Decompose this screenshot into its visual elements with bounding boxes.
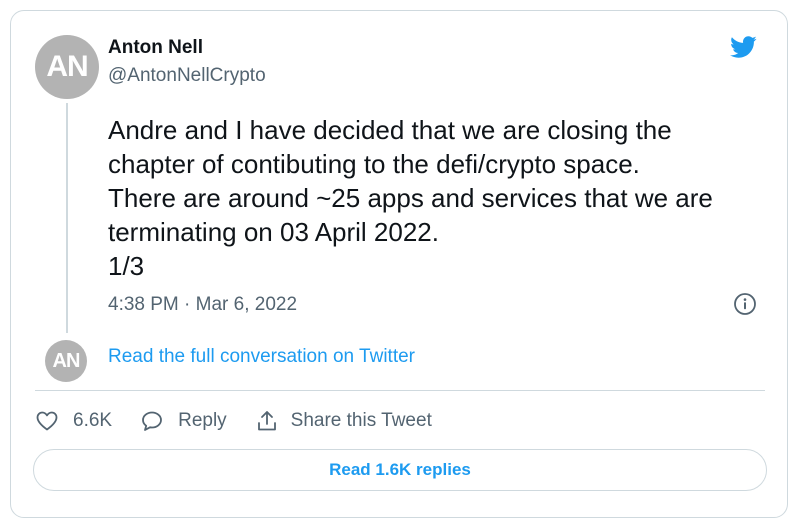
info-icon[interactable] [733,292,757,316]
speech-bubble-icon [142,411,162,431]
conversation-avatar[interactable]: AN [45,340,87,382]
tweet-card: AN Anton Nell @AntonNellCrypto Andre and… [10,10,788,518]
tweet-actions: 6.6K Reply Share this Tweet [35,406,460,436]
twitter-bird-icon[interactable] [727,33,759,61]
thread-line [66,103,68,333]
share-tweet-button[interactable]: Share this Tweet [255,409,432,433]
tweet-timestamp[interactable]: 4:38 PM · Mar 6, 2022 [108,294,297,316]
author-handle[interactable]: @AntonNellCrypto [108,65,266,87]
author-avatar[interactable]: AN [35,35,99,99]
like-button[interactable]: 6.6K [35,409,112,433]
share-label: Share this Tweet [290,410,432,431]
share-upload-icon [257,411,276,431]
read-full-conversation-link[interactable]: Read the full conversation on Twitter [108,346,415,368]
reply-button[interactable]: Reply [140,409,227,433]
tweet-text: Andre and I have decided that we are clo… [108,115,713,281]
reply-label: Reply [178,410,227,431]
divider [35,390,765,391]
read-replies-button[interactable]: Read 1.6K replies [33,449,767,491]
author-name[interactable]: Anton Nell [108,37,203,59]
like-count: 6.6K [73,410,113,431]
heart-icon [36,411,58,431]
